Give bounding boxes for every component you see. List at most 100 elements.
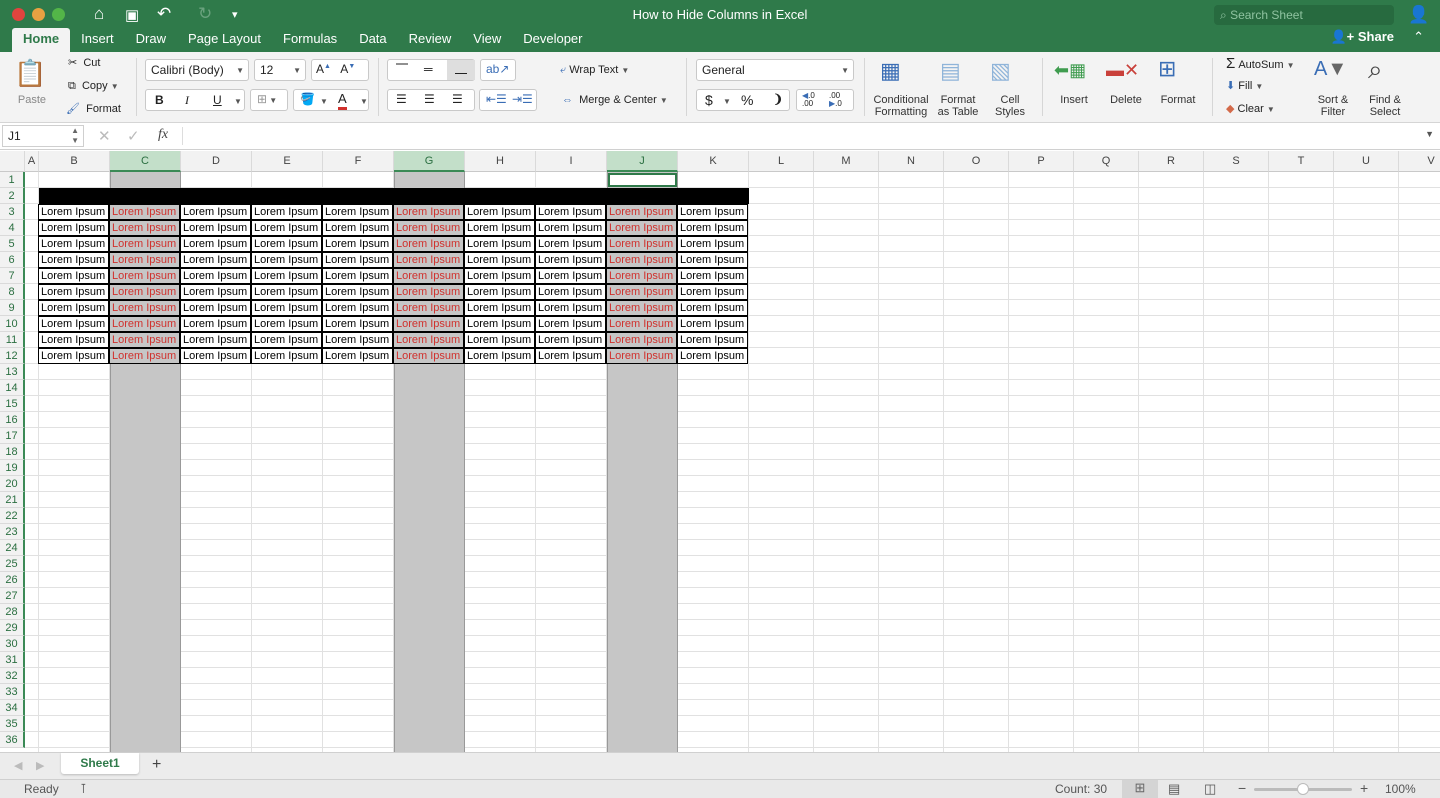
table-cell[interactable]: Lorem Ipsum (393, 332, 464, 348)
table-cell[interactable]: Lorem Ipsum (109, 220, 180, 236)
align-center-icon[interactable]: ☰ (424, 92, 435, 106)
column-header-o[interactable]: O (944, 151, 1009, 172)
align-middle-icon[interactable]: ═ (424, 62, 433, 76)
table-cell[interactable]: Lorem Ipsum (606, 332, 677, 348)
column-header-a[interactable]: A (25, 151, 39, 172)
table-cell[interactable]: Lorem Ipsum (606, 252, 677, 268)
underline-button[interactable]: U (213, 93, 222, 107)
table-cell[interactable]: Lorem Ipsum (393, 268, 464, 284)
table-cell[interactable]: Lorem Ipsum (464, 220, 535, 236)
format-as-table-button[interactable]: Format as Table (932, 94, 984, 118)
table-cell[interactable]: Lorem Ipsum (677, 204, 748, 220)
table-cell[interactable]: Lorem Ipsum (251, 268, 322, 284)
row-header-4[interactable]: 4 (0, 220, 25, 236)
table-cell[interactable]: Lorem Ipsum (38, 300, 109, 316)
font-color-icon[interactable]: A (338, 91, 347, 110)
tab-page-layout[interactable]: Page Layout (177, 28, 272, 52)
table-header-cell[interactable] (110, 188, 181, 204)
table-cell[interactable]: Lorem Ipsum (322, 236, 393, 252)
table-header-cell[interactable] (323, 188, 394, 204)
fill-button[interactable]: ⬇ Fill ▼ (1226, 79, 1263, 92)
table-cell[interactable]: Lorem Ipsum (180, 348, 251, 364)
zoom-slider[interactable] (1254, 783, 1352, 795)
cancel-icon[interactable]: ✕ (98, 127, 111, 145)
table-cell[interactable]: Lorem Ipsum (393, 284, 464, 300)
table-cell[interactable]: Lorem Ipsum (677, 268, 748, 284)
table-cell[interactable]: Lorem Ipsum (38, 252, 109, 268)
table-cell[interactable]: Lorem Ipsum (322, 348, 393, 364)
increase-decimal-icon[interactable]: ◀.0.00 (802, 92, 815, 108)
table-cell[interactable]: Lorem Ipsum (180, 284, 251, 300)
table-cell[interactable]: Lorem Ipsum (606, 316, 677, 332)
table-cell[interactable]: Lorem Ipsum (109, 348, 180, 364)
table-cell[interactable]: Lorem Ipsum (38, 316, 109, 332)
table-cell[interactable]: Lorem Ipsum (109, 268, 180, 284)
column-header-h[interactable]: H (465, 151, 536, 172)
table-cell[interactable]: Lorem Ipsum (251, 316, 322, 332)
merge-center-button[interactable]: ⇔ Merge & Center ▼ (562, 94, 668, 106)
table-cell[interactable]: Lorem Ipsum (393, 316, 464, 332)
row-header-25[interactable]: 25 (0, 556, 25, 572)
table-cell[interactable]: Lorem Ipsum (393, 220, 464, 236)
collapse-ribbon-icon[interactable]: ⌃ (1413, 29, 1424, 45)
table-cell[interactable]: Lorem Ipsum (393, 204, 464, 220)
row-header-15[interactable]: 15 (0, 396, 25, 412)
table-cell[interactable]: Lorem Ipsum (251, 348, 322, 364)
table-cell[interactable]: Lorem Ipsum (109, 236, 180, 252)
table-header-cell[interactable] (607, 188, 678, 204)
column-header-b[interactable]: B (39, 151, 110, 172)
cut-button[interactable]: ✂ Cut (68, 56, 100, 69)
table-cell[interactable]: Lorem Ipsum (322, 220, 393, 236)
table-header-cell[interactable] (394, 188, 465, 204)
row-header-26[interactable]: 26 (0, 572, 25, 588)
tab-insert[interactable]: Insert (70, 28, 125, 52)
row-header-36[interactable]: 36 (0, 732, 25, 748)
column-header-t[interactable]: T (1269, 151, 1334, 172)
row-header-10[interactable]: 10 (0, 316, 25, 332)
row-header-23[interactable]: 23 (0, 524, 25, 540)
row-header-14[interactable]: 14 (0, 380, 25, 396)
row-header-32[interactable]: 32 (0, 668, 25, 684)
cell-styles-button[interactable]: Cell Styles (988, 94, 1032, 118)
table-cell[interactable]: Lorem Ipsum (535, 268, 606, 284)
column-header-j[interactable]: J (607, 151, 678, 172)
table-cell[interactable]: Lorem Ipsum (464, 316, 535, 332)
increase-indent-icon[interactable]: ⇥☰ (512, 92, 533, 106)
column-header-i[interactable]: I (536, 151, 607, 172)
currency-button[interactable]: $ (705, 92, 713, 108)
table-cell[interactable]: Lorem Ipsum (393, 236, 464, 252)
table-cell[interactable]: Lorem Ipsum (677, 316, 748, 332)
format-cells-button[interactable]: Format (1156, 94, 1200, 106)
table-cell[interactable]: Lorem Ipsum (606, 348, 677, 364)
column-header-n[interactable]: N (879, 151, 944, 172)
enter-icon[interactable]: ✓ (127, 127, 140, 145)
copy-button[interactable]: ⧉ Copy ▼ (68, 80, 119, 93)
insert-cells-button[interactable]: Insert (1052, 94, 1096, 106)
delete-cells-icon[interactable]: ▬✕ (1106, 60, 1139, 81)
table-cell[interactable]: Lorem Ipsum (322, 300, 393, 316)
tab-home[interactable]: Home (12, 28, 71, 52)
row-header-20[interactable]: 20 (0, 476, 25, 492)
table-cell[interactable]: Lorem Ipsum (180, 204, 251, 220)
tab-data[interactable]: Data (348, 28, 397, 52)
align-right-icon[interactable]: ☰ (452, 92, 463, 106)
table-cell[interactable]: Lorem Ipsum (109, 316, 180, 332)
table-cell[interactable]: Lorem Ipsum (109, 284, 180, 300)
table-cell[interactable]: Lorem Ipsum (606, 268, 677, 284)
table-cell[interactable]: Lorem Ipsum (38, 284, 109, 300)
conditional-formatting-icon[interactable]: ▦ (880, 58, 901, 84)
row-header-29[interactable]: 29 (0, 620, 25, 636)
table-cell[interactable]: Lorem Ipsum (535, 348, 606, 364)
table-cell[interactable]: Lorem Ipsum (38, 332, 109, 348)
table-cell[interactable]: Lorem Ipsum (677, 220, 748, 236)
row-header-31[interactable]: 31 (0, 652, 25, 668)
table-cell[interactable]: Lorem Ipsum (535, 300, 606, 316)
row-header-9[interactable]: 9 (0, 300, 25, 316)
table-cell[interactable]: Lorem Ipsum (677, 348, 748, 364)
table-header-cell[interactable] (536, 188, 607, 204)
decrease-indent-icon[interactable]: ⇤☰ (486, 92, 507, 106)
table-cell[interactable]: Lorem Ipsum (606, 236, 677, 252)
find-select-button[interactable]: Find & Select (1362, 94, 1408, 118)
table-cell[interactable]: Lorem Ipsum (180, 300, 251, 316)
table-cell[interactable]: Lorem Ipsum (251, 204, 322, 220)
